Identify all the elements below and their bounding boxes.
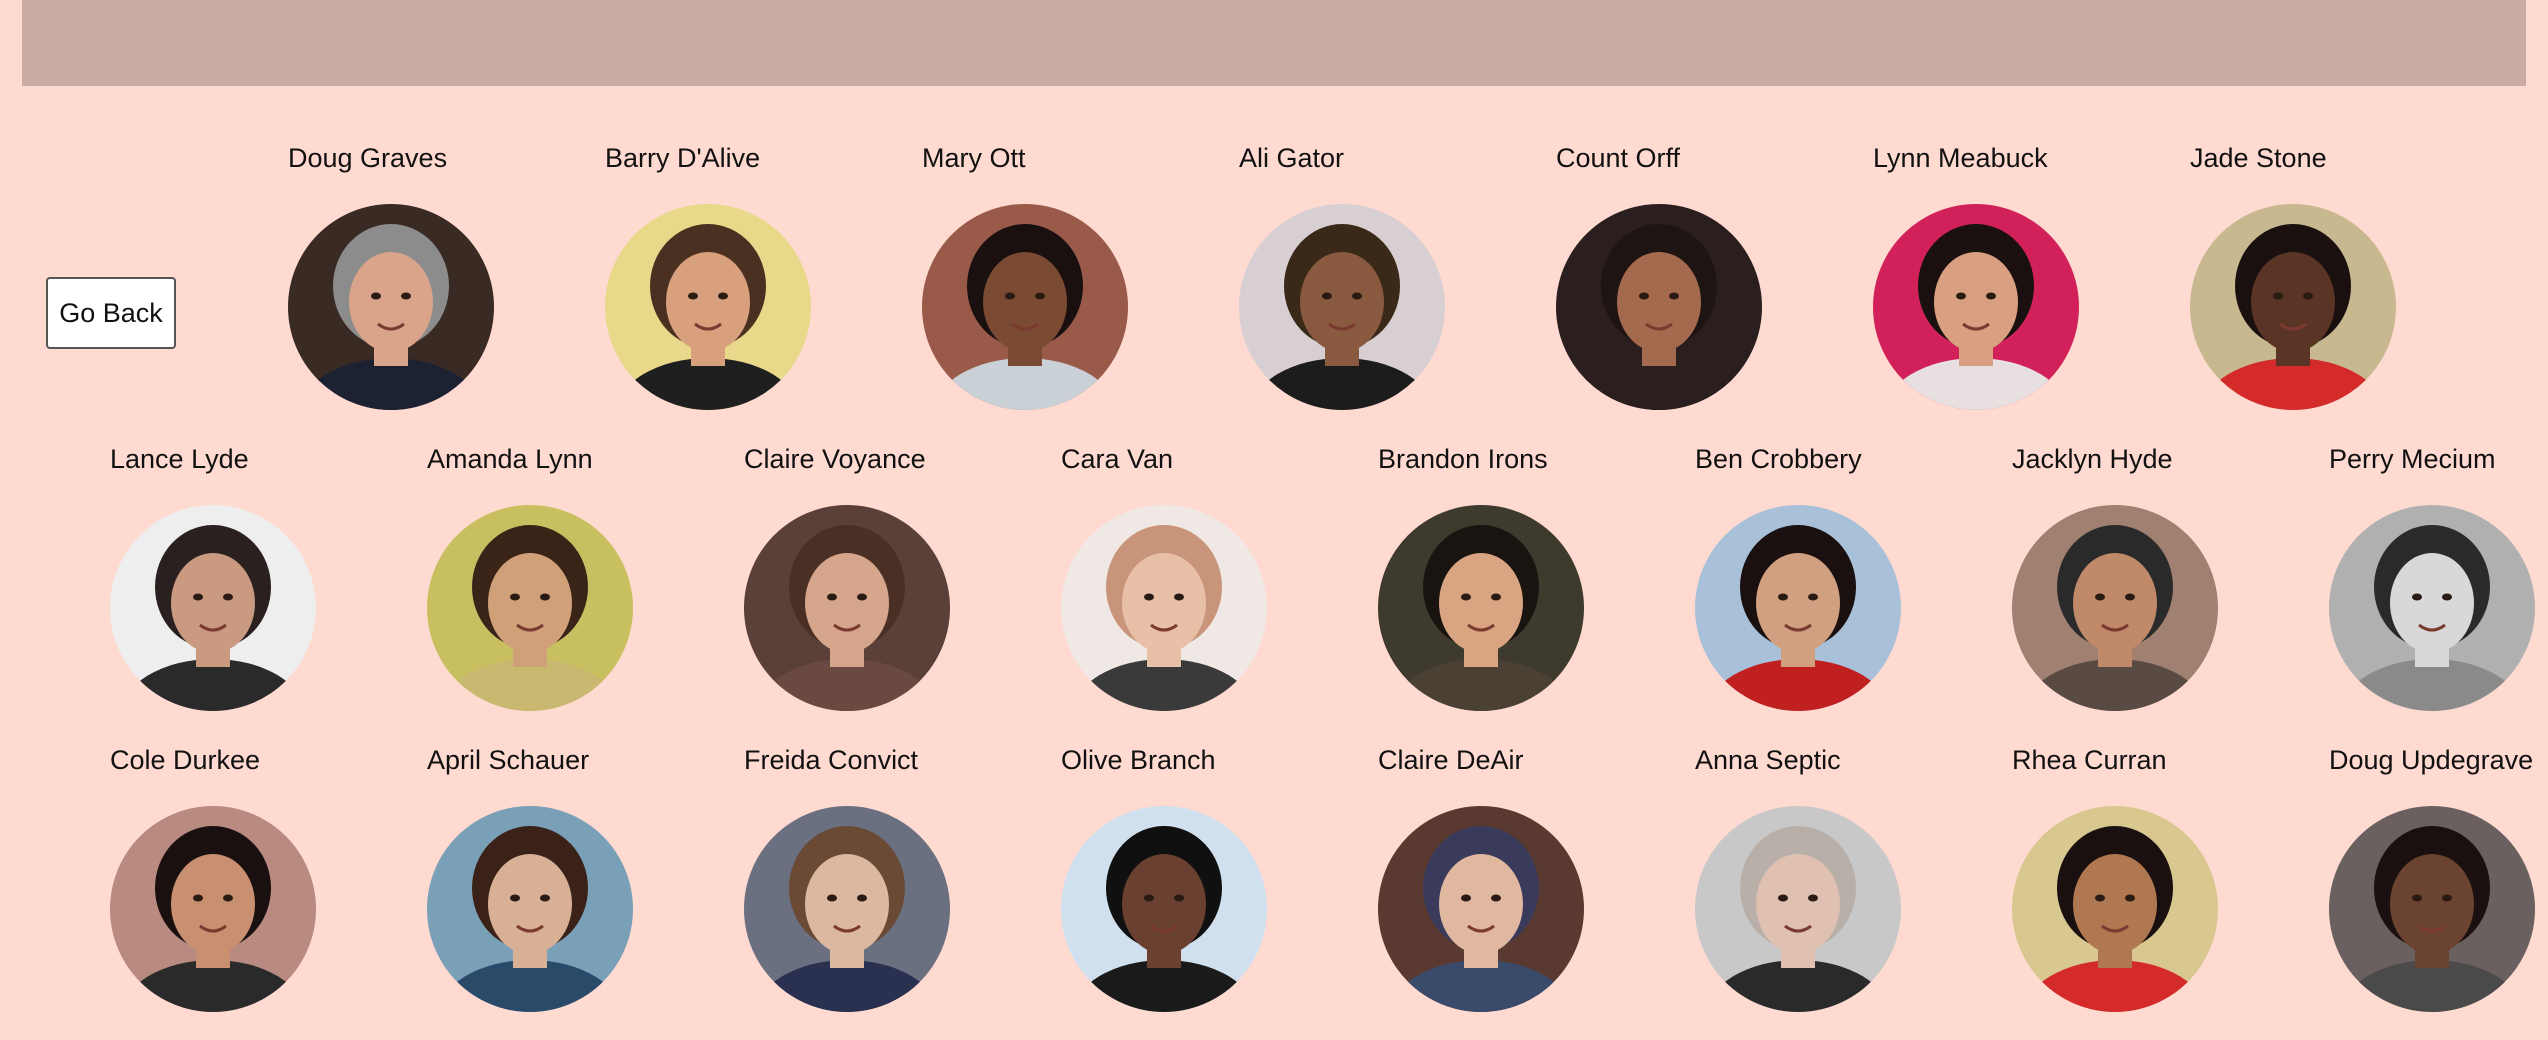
person-name: Claire Voyance: [744, 444, 926, 474]
avatar[interactable]: [1239, 204, 1445, 410]
avatar[interactable]: [1873, 204, 2079, 410]
avatar[interactable]: [427, 806, 633, 1012]
person-card[interactable]: Jacklyn Hyde: [2012, 443, 2272, 711]
avatar[interactable]: [1695, 806, 1901, 1012]
person-name: Cole Durkee: [110, 745, 261, 775]
person-name: Claire DeAir: [1378, 745, 1524, 775]
person-name: Lance Lyde: [110, 444, 249, 474]
person-name: Doug Updegrave: [2329, 745, 2534, 775]
person-card[interactable]: Jade Stone: [2190, 142, 2450, 410]
avatar[interactable]: [1378, 505, 1584, 711]
person-card[interactable]: Ben Crobbery: [1695, 443, 1955, 711]
person-card[interactable]: Lance Lyde: [110, 443, 370, 711]
go-back-button[interactable]: Go Back: [46, 277, 176, 349]
person-name: Olive Branch: [1061, 745, 1216, 775]
person-name: Barry D'Alive: [605, 143, 761, 173]
avatar[interactable]: [1556, 204, 1762, 410]
person-name: Count Orff: [1556, 143, 1681, 173]
header-bar: [22, 0, 2526, 86]
person-name: Amanda Lynn: [427, 444, 593, 474]
person-card[interactable]: Cole Durkee: [110, 744, 370, 1012]
person-card[interactable]: Mary Ott: [922, 142, 1182, 410]
person-name: Ali Gator: [1239, 143, 1345, 173]
person-card[interactable]: Brandon Irons: [1378, 443, 1638, 711]
person-name: Jade Stone: [2190, 143, 2327, 173]
person-name: Ben Crobbery: [1695, 444, 1862, 474]
avatar[interactable]: [2329, 806, 2535, 1012]
person-card[interactable]: Claire Voyance: [744, 443, 1004, 711]
person-card[interactable]: Anna Septic: [1695, 744, 1955, 1012]
avatar[interactable]: [1378, 806, 1584, 1012]
person-card[interactable]: Count Orff: [1556, 142, 1816, 410]
avatar[interactable]: [1061, 806, 1267, 1012]
person-card[interactable]: Amanda Lynn: [427, 443, 687, 711]
person-card[interactable]: Claire DeAir: [1378, 744, 1638, 1012]
person-card[interactable]: Ali Gator: [1239, 142, 1499, 410]
avatar[interactable]: [744, 505, 950, 711]
person-name: April Schauer: [427, 745, 590, 775]
person-card[interactable]: Barry D'Alive: [605, 142, 865, 410]
person-name: Perry Mecium: [2329, 444, 2496, 474]
person-name: Lynn Meabuck: [1873, 143, 2048, 173]
avatar[interactable]: [2190, 204, 2396, 410]
avatar[interactable]: [288, 204, 494, 410]
person-card[interactable]: Olive Branch: [1061, 744, 1321, 1012]
avatar[interactable]: [110, 505, 316, 711]
avatar[interactable]: [2329, 505, 2535, 711]
person-name: Brandon Irons: [1378, 444, 1548, 474]
person-name: Rhea Curran: [2012, 745, 2167, 775]
person-card[interactable]: Lynn Meabuck: [1873, 142, 2133, 410]
person-name: Cara Van: [1061, 444, 1174, 474]
person-name: Jacklyn Hyde: [2012, 444, 2173, 474]
person-card[interactable]: Cara Van: [1061, 443, 1321, 711]
person-card[interactable]: Doug Updegrave: [2329, 744, 2548, 1012]
avatar[interactable]: [427, 505, 633, 711]
avatar[interactable]: [110, 806, 316, 1012]
avatar[interactable]: [605, 204, 811, 410]
avatar[interactable]: [1061, 505, 1267, 711]
avatar[interactable]: [922, 204, 1128, 410]
person-card[interactable]: Freida Convict: [744, 744, 1004, 1012]
avatar[interactable]: [2012, 505, 2218, 711]
person-name: Anna Septic: [1695, 745, 1841, 775]
avatar[interactable]: [744, 806, 950, 1012]
person-name: Doug Graves: [288, 143, 448, 173]
person-card[interactable]: April Schauer: [427, 744, 687, 1012]
person-card[interactable]: Perry Mecium: [2329, 443, 2548, 711]
person-name: Mary Ott: [922, 143, 1026, 173]
person-card[interactable]: Doug Graves: [288, 142, 548, 410]
person-card[interactable]: Rhea Curran: [2012, 744, 2272, 1012]
avatar[interactable]: [2012, 806, 2218, 1012]
person-name: Freida Convict: [744, 745, 919, 775]
avatar[interactable]: [1695, 505, 1901, 711]
